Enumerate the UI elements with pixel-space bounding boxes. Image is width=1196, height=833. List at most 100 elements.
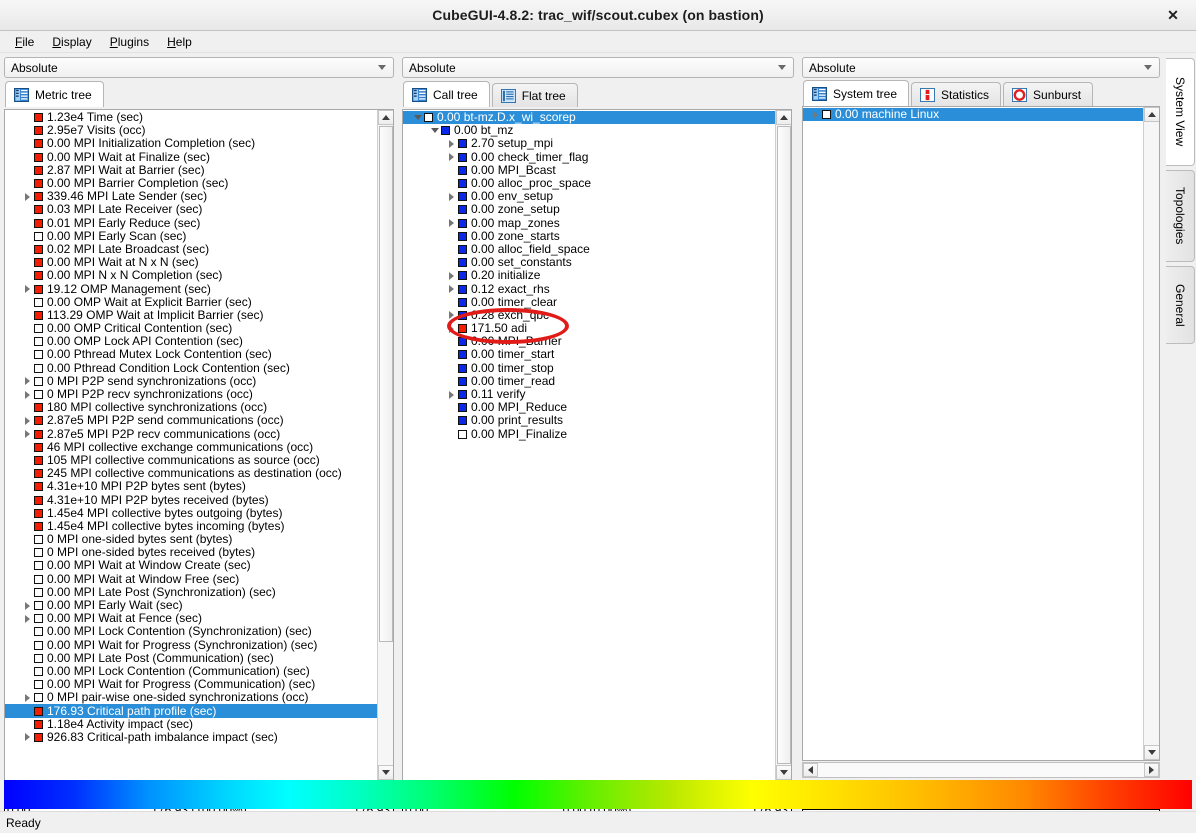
severity-checkbox[interactable] bbox=[34, 720, 43, 729]
metric-tree-row[interactable]: 0.00 MPI Lock Contention (Communication)… bbox=[5, 665, 377, 678]
severity-checkbox[interactable] bbox=[34, 113, 43, 122]
menu-file[interactable]: File bbox=[6, 33, 43, 51]
severity-checkbox[interactable] bbox=[34, 693, 43, 702]
severity-checkbox[interactable] bbox=[34, 601, 43, 610]
metric-tree-row[interactable]: 339.46 MPI Late Sender (sec) bbox=[5, 190, 377, 203]
metric-tree-row[interactable]: 0 MPI one-sided bytes sent (bytes) bbox=[5, 533, 377, 546]
metric-tree-row[interactable]: 4.31e+10 MPI P2P bytes sent (bytes) bbox=[5, 480, 377, 493]
tab-call-tree[interactable]: Call tree bbox=[403, 81, 490, 107]
severity-checkbox[interactable] bbox=[34, 377, 43, 386]
chevron-right-icon[interactable] bbox=[21, 430, 34, 438]
metric-tree-row[interactable]: 19.12 OMP Management (sec) bbox=[5, 282, 377, 295]
call-tree-row[interactable]: 0.00 bt-mz.D.x_wi_scorep bbox=[403, 111, 775, 124]
metric-mode-combo[interactable]: Absolute bbox=[4, 57, 394, 78]
call-tree-row[interactable]: 0.00 MPI_Finalize bbox=[403, 428, 775, 441]
call-tree-vscrollbar[interactable] bbox=[775, 110, 791, 780]
scroll-up-button[interactable] bbox=[378, 110, 394, 125]
call-tree-row[interactable]: 0.00 alloc_proc_space bbox=[403, 177, 775, 190]
severity-checkbox[interactable] bbox=[458, 153, 467, 162]
severity-checkbox[interactable] bbox=[441, 126, 450, 135]
severity-checkbox[interactable] bbox=[458, 416, 467, 425]
metric-tree-row[interactable]: 0.00 MPI Wait for Progress (Communicatio… bbox=[5, 678, 377, 691]
call-tree-row[interactable]: 0.00 map_zones bbox=[403, 217, 775, 230]
metric-tree-row[interactable]: 2.87e5 MPI P2P send communications (occ) bbox=[5, 414, 377, 427]
metric-tree-vscrollbar[interactable] bbox=[377, 110, 393, 780]
severity-checkbox[interactable] bbox=[34, 733, 43, 742]
call-tree-row[interactable]: 0.00 set_constants bbox=[403, 256, 775, 269]
severity-checkbox[interactable] bbox=[34, 126, 43, 135]
metric-tree-row[interactable]: 0.00 MPI Early Wait (sec) bbox=[5, 599, 377, 612]
call-tree-row[interactable]: 171.50 adi bbox=[403, 322, 775, 335]
severity-checkbox[interactable] bbox=[34, 641, 43, 650]
system-tree-vscrollbar[interactable] bbox=[1143, 107, 1159, 760]
call-tree-row[interactable]: 0.00 MPI_Bcast bbox=[403, 164, 775, 177]
severity-checkbox[interactable] bbox=[34, 350, 43, 359]
metric-tree-row[interactable]: 0.00 MPI Wait at Finalize (sec) bbox=[5, 151, 377, 164]
call-tree-row[interactable]: 0.00 timer_stop bbox=[403, 362, 775, 375]
metric-tree-row[interactable]: 0.00 MPI Wait at Fence (sec) bbox=[5, 612, 377, 625]
call-tree-row[interactable]: 0.00 MPI_Barrier bbox=[403, 335, 775, 348]
system-tree[interactable]: 0.00 machine Linux bbox=[802, 106, 1160, 761]
metric-tree-row[interactable]: 0.00 MPI Wait for Progress (Synchronizat… bbox=[5, 639, 377, 652]
scroll-up-button[interactable] bbox=[1144, 107, 1160, 122]
severity-checkbox[interactable] bbox=[458, 219, 467, 228]
severity-checkbox[interactable] bbox=[458, 337, 467, 346]
severity-checkbox[interactable] bbox=[34, 245, 43, 254]
severity-checkbox[interactable] bbox=[34, 192, 43, 201]
hscroll-track[interactable] bbox=[818, 763, 1144, 777]
severity-checkbox[interactable] bbox=[34, 298, 43, 307]
metric-tree-row[interactable]: 0.02 MPI Late Broadcast (sec) bbox=[5, 243, 377, 256]
severity-checkbox[interactable] bbox=[34, 258, 43, 267]
chevron-right-icon[interactable] bbox=[21, 285, 34, 293]
call-tree-row[interactable]: 0.00 timer_start bbox=[403, 348, 775, 361]
severity-checkbox[interactable] bbox=[458, 403, 467, 412]
severity-checkbox[interactable] bbox=[34, 496, 43, 505]
metric-tree[interactable]: 1.23e4 Time (sec)2.95e7 Visits (occ)0.00… bbox=[4, 109, 394, 781]
severity-checkbox[interactable] bbox=[34, 548, 43, 557]
menu-help[interactable]: Help bbox=[158, 33, 201, 51]
metric-tree-row[interactable]: 0 MPI one-sided bytes received (bytes) bbox=[5, 546, 377, 559]
menu-plugins[interactable]: Plugins bbox=[101, 33, 158, 51]
severity-checkbox[interactable] bbox=[458, 390, 467, 399]
severity-checkbox[interactable] bbox=[34, 139, 43, 148]
chevron-right-icon[interactable] bbox=[21, 694, 34, 702]
call-tree-row[interactable]: 0.00 timer_read bbox=[403, 375, 775, 388]
metric-tree-row[interactable]: 46 MPI collective exchange communication… bbox=[5, 441, 377, 454]
severity-checkbox[interactable] bbox=[458, 166, 467, 175]
severity-checkbox[interactable] bbox=[34, 456, 43, 465]
severity-checkbox[interactable] bbox=[34, 337, 43, 346]
chevron-right-icon[interactable] bbox=[445, 311, 458, 319]
metric-tree-row[interactable]: 113.29 OMP Wait at Implicit Barrier (sec… bbox=[5, 309, 377, 322]
metric-tree-row[interactable]: 0.00 OMP Wait at Explicit Barrier (sec) bbox=[5, 296, 377, 309]
chevron-right-icon[interactable] bbox=[21, 417, 34, 425]
metric-tree-row[interactable]: 0.00 OMP Lock API Contention (sec) bbox=[5, 335, 377, 348]
metric-tree-row[interactable]: 1.23e4 Time (sec) bbox=[5, 111, 377, 124]
vtab-general[interactable]: General bbox=[1166, 266, 1195, 344]
call-tree-row[interactable]: 0.28 exch_qbc bbox=[403, 309, 775, 322]
severity-checkbox[interactable] bbox=[458, 377, 467, 386]
tab-sunburst[interactable]: Sunburst bbox=[1003, 82, 1093, 106]
system-tree-row[interactable]: 0.00 machine Linux bbox=[803, 108, 1143, 121]
call-tree-row[interactable]: 0.00 zone_setup bbox=[403, 203, 775, 216]
call-tree-row[interactable]: 2.70 setup_mpi bbox=[403, 137, 775, 150]
call-tree-row[interactable]: 0.11 verify bbox=[403, 388, 775, 401]
metric-tree-row[interactable]: 1.18e4 Activity impact (sec) bbox=[5, 718, 377, 731]
chevron-right-icon[interactable] bbox=[21, 615, 34, 623]
scroll-thumb[interactable] bbox=[379, 126, 393, 642]
chevron-down-icon[interactable] bbox=[428, 128, 441, 133]
metric-tree-row[interactable]: 0 MPI pair-wise one-sided synchronizatio… bbox=[5, 691, 377, 704]
severity-checkbox[interactable] bbox=[34, 654, 43, 663]
tab-statistics[interactable]: Statistics bbox=[911, 82, 1001, 106]
severity-checkbox[interactable] bbox=[34, 166, 43, 175]
metric-tree-row[interactable]: 0.00 MPI Barrier Completion (sec) bbox=[5, 177, 377, 190]
close-icon[interactable]: ✕ bbox=[1164, 6, 1182, 24]
severity-checkbox[interactable] bbox=[34, 680, 43, 689]
severity-checkbox[interactable] bbox=[34, 390, 43, 399]
scroll-down-button[interactable] bbox=[1144, 745, 1160, 760]
severity-checkbox[interactable] bbox=[458, 192, 467, 201]
call-tree-row[interactable]: 0.00 timer_clear bbox=[403, 296, 775, 309]
call-mode-combo[interactable]: Absolute bbox=[402, 57, 794, 78]
call-tree-row[interactable]: 0.00 print_results bbox=[403, 414, 775, 427]
severity-checkbox[interactable] bbox=[458, 311, 467, 320]
metric-tree-row[interactable]: 926.83 Critical-path imbalance impact (s… bbox=[5, 731, 377, 744]
